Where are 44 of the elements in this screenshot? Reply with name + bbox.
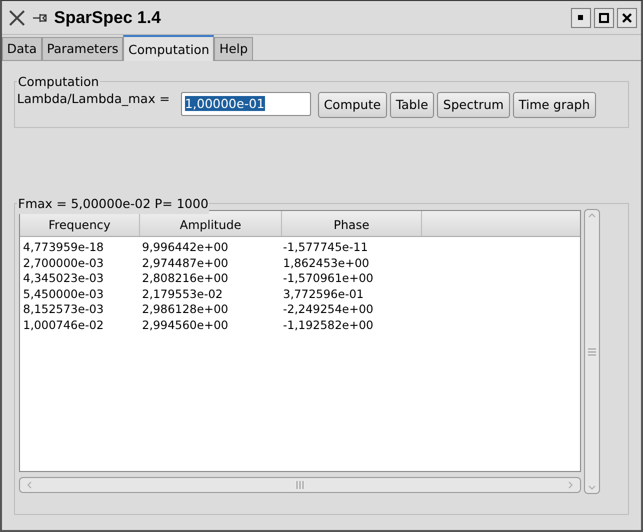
table-cell: 2,700000e-03: [23, 256, 104, 270]
table-cell: 8,152573e-03: [23, 302, 104, 316]
table-cell: -1,570961e+00: [283, 271, 374, 285]
table-cell: 5,450000e-03: [23, 286, 104, 300]
tab[interactable]: Parameters: [42, 37, 124, 60]
window-title: SparSpec 1.4: [54, 6, 161, 29]
app-icon: [8, 8, 26, 26]
action-button[interactable]: Compute: [318, 92, 387, 118]
table-cell: 2,994560e+00: [142, 318, 228, 332]
vertical-scrollbar[interactable]: [584, 209, 600, 494]
table-cell: 4,773959e-18: [23, 240, 104, 254]
minimize-button[interactable]: [571, 8, 591, 28]
grip-icon[interactable]: [296, 481, 304, 489]
maximize-icon: [599, 12, 609, 22]
table-cell: -1,577745e-11: [283, 240, 368, 254]
table-cell: 9,996442e+00: [142, 240, 228, 254]
field-label: Lambda/Lambda_max =: [17, 90, 170, 108]
action-button[interactable]: Table: [390, 92, 434, 118]
column-header[interactable]: Phase: [282, 211, 422, 236]
tab[interactable]: Computation: [123, 35, 214, 61]
action-button[interactable]: Time graph: [512, 92, 596, 118]
table-cell: -1,192582e+00: [283, 318, 374, 332]
tab[interactable]: Help: [214, 37, 253, 60]
table-cell: 3,772596e-01: [283, 286, 364, 300]
table-cell: 2,808216e+00: [142, 271, 228, 285]
table-cell: 2,986128e+00: [142, 302, 228, 316]
horizontal-scrollbar[interactable]: [19, 477, 581, 493]
action-button[interactable]: Spectrum: [437, 92, 510, 118]
column-header[interactable]: Amplitude: [140, 211, 282, 236]
close-icon: [622, 12, 632, 22]
table-cell: 1,862453e+00: [283, 256, 370, 270]
table-cell: 1,000746e-02: [23, 318, 104, 332]
input-field[interactable]: 1,00000e-01: [180, 92, 311, 116]
grip-icon[interactable]: [588, 348, 596, 356]
table-cell: 4,345023e-03: [23, 271, 104, 285]
table-cell: -2,249254e+00: [283, 302, 374, 316]
table-cell: 2,974487e+00: [142, 256, 228, 270]
pin-icon[interactable]: [32, 12, 48, 24]
column-header[interactable]: Frequency: [20, 211, 140, 236]
maximize-button[interactable]: [594, 8, 614, 28]
close-button[interactable]: [617, 8, 637, 28]
tab[interactable]: Data: [2, 37, 42, 60]
minimize-icon: [578, 14, 584, 20]
table-cell: 2,179553e-02: [142, 286, 223, 300]
